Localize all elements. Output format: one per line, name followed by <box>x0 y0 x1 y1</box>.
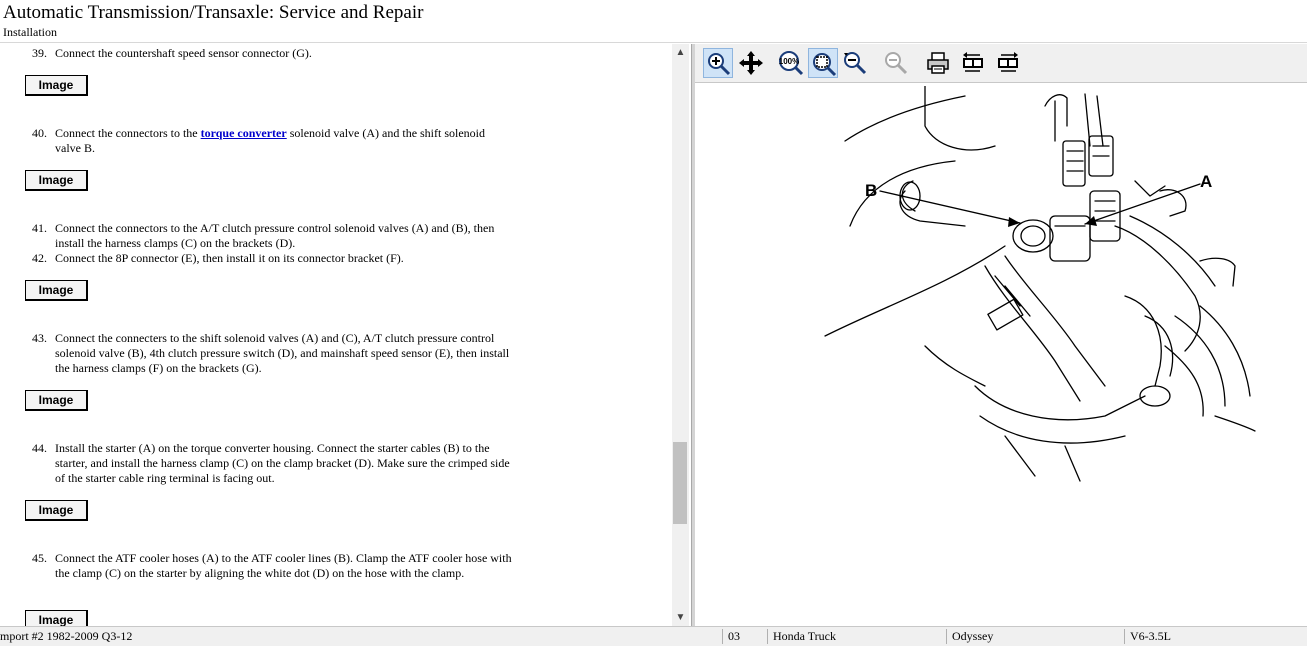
zoom-100-icon[interactable]: 100% <box>776 48 806 78</box>
status-model: Odyssey <box>952 629 994 643</box>
callout-b-label: B <box>865 181 877 200</box>
step-text: Connect the 8P connector (E), then insta… <box>55 251 404 265</box>
procedure-pane: 39. Connect the countershaft speed senso… <box>0 44 691 626</box>
step-39: 39. Connect the countershaft speed senso… <box>32 46 512 61</box>
callout-a-label: A <box>1200 172 1212 191</box>
step-number: 43. <box>32 331 47 345</box>
pan-icon[interactable] <box>736 48 766 78</box>
rotate-left-icon[interactable] <box>958 48 988 78</box>
step-number: 41. <box>32 221 47 235</box>
status-make: Honda Truck <box>773 629 837 643</box>
zoom-out-disabled-icon[interactable] <box>881 48 911 78</box>
status-separator <box>1124 629 1125 644</box>
header-divider <box>0 42 1307 43</box>
step-text: Connect the countershaft speed sensor co… <box>55 46 312 60</box>
step-number: 40. <box>32 126 47 140</box>
image-button-step-44[interactable]: Image <box>25 500 88 521</box>
step-number: 45. <box>32 551 47 565</box>
zoom-fit-icon[interactable] <box>808 48 838 78</box>
step-text-pre: Connect the connectors to the <box>55 126 201 140</box>
step-number: 42. <box>32 251 47 265</box>
procedure-content: 39. Connect the countershaft speed senso… <box>0 44 672 626</box>
image-button-step-42[interactable]: Image <box>25 280 88 301</box>
transmission-connector-diagram: A B <box>824 86 1256 482</box>
step-number: 39. <box>32 46 47 60</box>
status-separator <box>946 629 947 644</box>
scroll-down-arrow-icon[interactable]: ▼ <box>672 609 689 626</box>
step-41: 41. Connect the connectors to the A/T cl… <box>32 221 512 251</box>
window-title: Automatic Transmission/Transaxle: Servic… <box>3 2 424 23</box>
status-separator <box>767 629 768 644</box>
section-subtitle: Installation <box>3 25 57 39</box>
image-button-step-39[interactable]: Image <box>25 75 88 96</box>
zoom-100-label: 100% <box>779 57 799 66</box>
step-text: Install the starter (A) on the torque co… <box>55 441 510 485</box>
scroll-thumb[interactable] <box>673 442 687 524</box>
status-code: 03 <box>728 629 740 643</box>
vertical-scrollbar[interactable]: ▲ ▼ <box>672 44 689 626</box>
scroll-up-arrow-icon[interactable]: ▲ <box>672 44 689 61</box>
step-43: 43. Connect the connecters to the shift … <box>32 331 512 376</box>
step-text: Connect the connectors to the torque con… <box>55 126 512 156</box>
rotate-right-icon[interactable] <box>993 48 1023 78</box>
zoom-out-icon[interactable] <box>840 48 870 78</box>
status-import: mport #2 1982-2009 Q3-12 <box>0 629 133 643</box>
step-42: 42. Connect the 8P connector (E), then i… <box>32 251 512 266</box>
torque-converter-link[interactable]: torque converter <box>201 126 287 140</box>
step-44: 44. Install the starter (A) on the torqu… <box>32 441 512 486</box>
status-separator <box>722 629 723 644</box>
image-button-step-40[interactable]: Image <box>25 170 88 191</box>
image-button-step-45[interactable]: Image <box>25 610 88 626</box>
viewer-toolbar: 100% <box>695 44 1307 83</box>
image-viewer-pane: 100% A B <box>695 44 1307 626</box>
status-engine: V6-3.5L <box>1130 629 1171 643</box>
step-text: Connect the connecters to the shift sole… <box>55 331 510 375</box>
print-icon[interactable] <box>923 48 953 78</box>
image-button-step-43[interactable]: Image <box>25 390 88 411</box>
step-45: 45. Connect the ATF cooler hoses (A) to … <box>32 551 512 581</box>
step-40: 40. Connect the connectors to the torque… <box>32 126 512 156</box>
step-number: 44. <box>32 441 47 455</box>
step-text: Connect the ATF cooler hoses (A) to the … <box>55 551 512 580</box>
status-bar: mport #2 1982-2009 Q3-12 03 Honda Truck … <box>0 626 1307 646</box>
step-text: Connect the connectors to the A/T clutch… <box>55 221 495 250</box>
zoom-in-icon[interactable] <box>703 48 733 78</box>
